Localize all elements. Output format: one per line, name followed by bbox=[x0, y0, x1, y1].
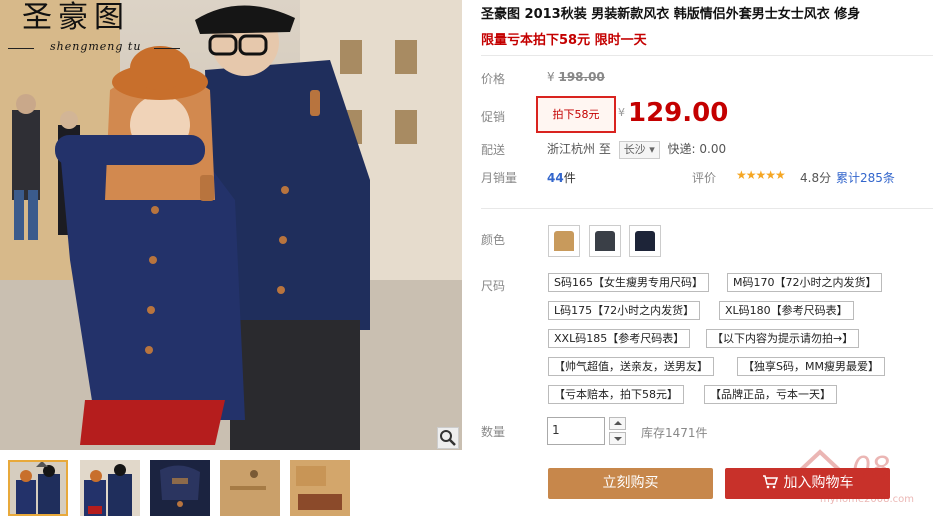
monthly-sales-label: 月销量 bbox=[481, 171, 518, 185]
city-name: 长沙 bbox=[623, 142, 646, 156]
promo-label: 促销 bbox=[481, 110, 506, 124]
size-option[interactable]: XXL码185【参考尺码表】 bbox=[548, 329, 691, 348]
thumbnail-selected-arrow bbox=[36, 462, 48, 467]
size-option[interactable]: 【亏本赔本，拍下58元】 bbox=[548, 385, 684, 404]
cart-icon bbox=[762, 475, 778, 489]
watermark-mark: 08 bbox=[852, 451, 890, 486]
rating-score: 4.8分 bbox=[800, 171, 832, 185]
thumbnail-image bbox=[150, 460, 210, 516]
thumbnail-image bbox=[10, 462, 66, 514]
ship-to-word: 至 bbox=[598, 142, 611, 156]
color-swatch-tan[interactable] bbox=[548, 225, 580, 257]
original-currency: ¥ bbox=[547, 70, 555, 84]
thumbnail-2[interactable] bbox=[80, 460, 140, 516]
thumbnail-3[interactable] bbox=[150, 460, 210, 516]
promo-badge: 拍下58元 bbox=[536, 96, 616, 133]
magnifier-icon[interactable] bbox=[437, 427, 459, 449]
shipping-info: 浙江杭州 至 长沙 ▾ 快递: 0.00 bbox=[547, 140, 726, 159]
size-option[interactable]: 【品牌正品，亏本一天】 bbox=[704, 385, 837, 404]
monthly-sales: 44件 bbox=[547, 169, 576, 186]
brand-logo-cn: 圣豪图 bbox=[22, 0, 130, 35]
price-label: 价格 bbox=[481, 72, 506, 86]
main-product-photo[interactable]: 圣豪图 shengmeng tu bbox=[0, 0, 462, 450]
destination-city-select[interactable]: 长沙 ▾ bbox=[618, 140, 660, 159]
monthly-sales-count[interactable]: 44 bbox=[547, 171, 564, 185]
ship-from: 浙江杭州 bbox=[547, 142, 596, 156]
logo-rule-left bbox=[8, 48, 34, 49]
shipping-fee: 快递: 0.00 bbox=[667, 142, 727, 156]
color-label: 颜色 bbox=[481, 233, 506, 247]
size-label: 尺码 bbox=[481, 279, 506, 293]
logo-rule-right bbox=[154, 48, 180, 49]
product-title: 圣豪图 2013秋装 男装新款风衣 韩版情侣外套男士女士风衣 修身 bbox=[481, 7, 861, 22]
currency-symbol: ¥ bbox=[618, 106, 625, 119]
size-option[interactable]: XL码180【参考尺码表】 bbox=[719, 301, 854, 320]
watermark-site: myhome2008.com bbox=[820, 494, 914, 505]
color-swatch-grey[interactable] bbox=[589, 225, 621, 257]
star-rating-icon: ★★★★★ bbox=[736, 168, 786, 182]
watermark-logo: 08 myhome2008.com bbox=[788, 449, 914, 505]
thumbnail-5[interactable] bbox=[290, 460, 350, 516]
coat-thumb bbox=[554, 231, 574, 251]
thumbnail-4[interactable] bbox=[220, 460, 280, 516]
size-option[interactable]: 【帅气超值，送亲友，送男友】 bbox=[548, 357, 714, 376]
size-option[interactable]: S码165【女生瘦男专用尺码】 bbox=[548, 273, 709, 292]
rating-label: 评价 bbox=[692, 171, 717, 185]
buy-now-button[interactable]: 立刻购买 bbox=[548, 468, 713, 499]
review-count-link[interactable]: 累计285条 bbox=[836, 169, 895, 186]
thumbnail-image bbox=[290, 460, 350, 516]
brand-logo: 圣豪图 shengmeng tu bbox=[4, 0, 194, 62]
size-option[interactable]: M码170【72小时之内发货】 bbox=[727, 273, 883, 292]
divider bbox=[481, 208, 933, 209]
stock-count: 库存1471件 bbox=[641, 426, 708, 440]
divider bbox=[481, 55, 933, 56]
current-price: 129.00 bbox=[628, 98, 729, 128]
size-option[interactable]: 【以下内容为提示请勿拍→】 bbox=[706, 329, 860, 348]
quantity-increase-button[interactable] bbox=[609, 417, 626, 430]
shipping-label: 配送 bbox=[481, 143, 506, 157]
coat-thumb bbox=[635, 231, 655, 251]
monthly-sales-unit: 件 bbox=[563, 171, 576, 185]
models-illustration bbox=[12, 5, 370, 450]
size-option[interactable]: L码175【72小时之内发货】 bbox=[548, 301, 701, 320]
quantity-input[interactable]: 1 bbox=[547, 417, 605, 445]
promo-headline: 限量亏本拍下58元 限时一天 bbox=[481, 33, 647, 48]
chevron-down-icon: ▾ bbox=[649, 142, 655, 156]
thumbnail-image bbox=[220, 460, 280, 516]
thumbnail-1[interactable] bbox=[8, 460, 68, 516]
coat-thumb bbox=[595, 231, 615, 251]
size-option[interactable]: 【独享S码，MM瘦男最爱】 bbox=[737, 357, 885, 376]
original-price: ¥ 198.00 bbox=[547, 70, 605, 84]
thumbnail-image bbox=[80, 460, 140, 516]
brand-logo-en: shengmeng tu bbox=[50, 40, 142, 53]
quantity-label: 数量 bbox=[481, 425, 506, 439]
site-watermark: 08 myhome2008.com bbox=[780, 440, 930, 510]
color-swatch-navy[interactable] bbox=[629, 225, 661, 257]
magnifier-glyph bbox=[440, 430, 456, 446]
quantity-decrease-button[interactable] bbox=[609, 432, 626, 445]
original-price-value: 198.00 bbox=[558, 70, 605, 84]
